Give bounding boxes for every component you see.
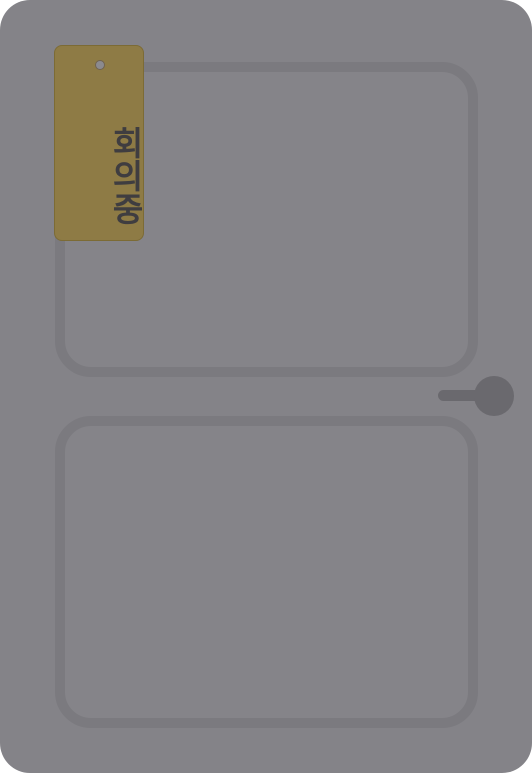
sign-text: 회의중	[106, 125, 145, 225]
door: 회의중	[0, 0, 532, 773]
door-panel-bottom	[55, 416, 478, 728]
door-knob-icon	[474, 376, 514, 416]
meeting-sign: 회의중	[54, 45, 145, 241]
door-handle[interactable]	[436, 374, 516, 418]
sign-hole	[95, 60, 105, 70]
